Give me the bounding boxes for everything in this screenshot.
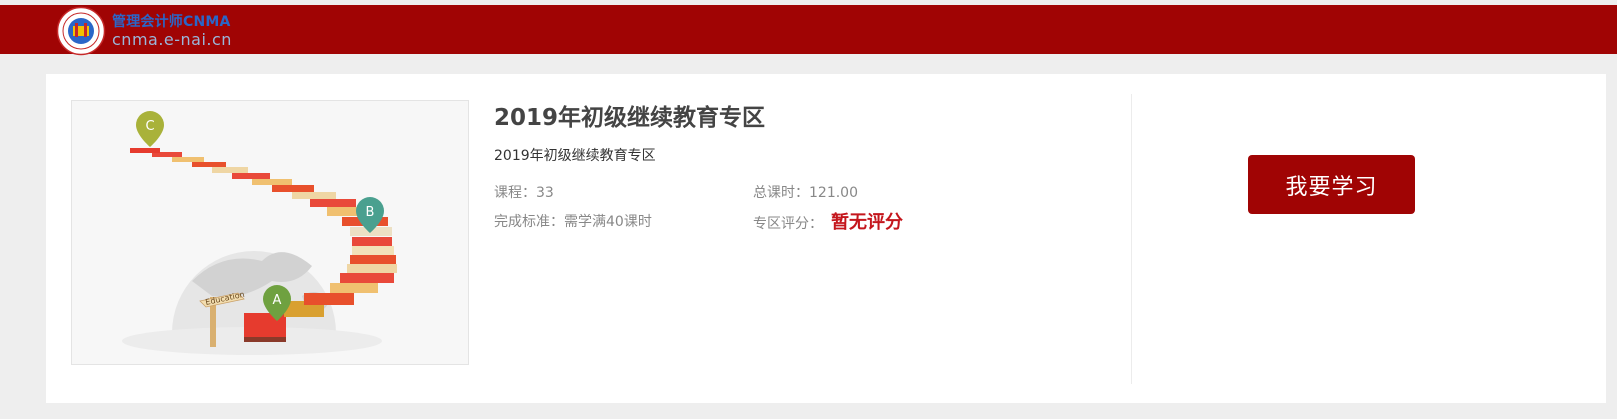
rating-value: 暂无评分 — [831, 212, 903, 233]
total-hours-label: 总课时： — [753, 185, 809, 201]
zone-card: Education C B A 2019年初级继续教育专区 2019年初级继续教… — [46, 74, 1606, 403]
zone-cover-image[interactable]: Education C B A — [71, 100, 469, 365]
svg-text:C: C — [145, 119, 154, 134]
start-learning-button[interactable]: 我要学习 — [1248, 155, 1415, 214]
completion-label: 完成标准： — [494, 214, 564, 230]
logo-seal-icon — [56, 6, 106, 56]
completion-standard: 完成标准：需学满40课时 — [494, 211, 652, 231]
top-header-bar: 管理会计师CNMA cnma.e-nai.cn — [0, 5, 1617, 56]
completion-value: 需学满40课时 — [564, 214, 652, 230]
logo-url: cnma.e-nai.cn — [112, 29, 232, 49]
zone-title[interactable]: 2019年初级继续教育专区 — [494, 98, 765, 132]
vertical-divider — [1131, 94, 1132, 384]
courses-label: 课程： — [494, 185, 536, 201]
logo-title: 管理会计师CNMA — [112, 13, 231, 30]
courses-value: 33 — [536, 185, 554, 201]
total-hours-value: 121.00 — [809, 185, 858, 201]
total-hours: 总课时：121.00 — [753, 182, 858, 202]
staircase-illustration: Education C B A — [72, 101, 468, 364]
zone-subtitle: 2019年初级继续教育专区 — [494, 148, 656, 164]
site-logo[interactable]: 管理会计师CNMA cnma.e-nai.cn — [56, 6, 232, 56]
svg-text:A: A — [273, 293, 282, 308]
zone-rating: 专区评分： 暂无评分 — [753, 208, 903, 234]
courses-count: 课程：33 — [494, 182, 554, 202]
logo-text: 管理会计师CNMA cnma.e-nai.cn — [112, 15, 232, 48]
rating-label: 专区评分： — [753, 216, 823, 232]
svg-text:B: B — [366, 205, 375, 220]
